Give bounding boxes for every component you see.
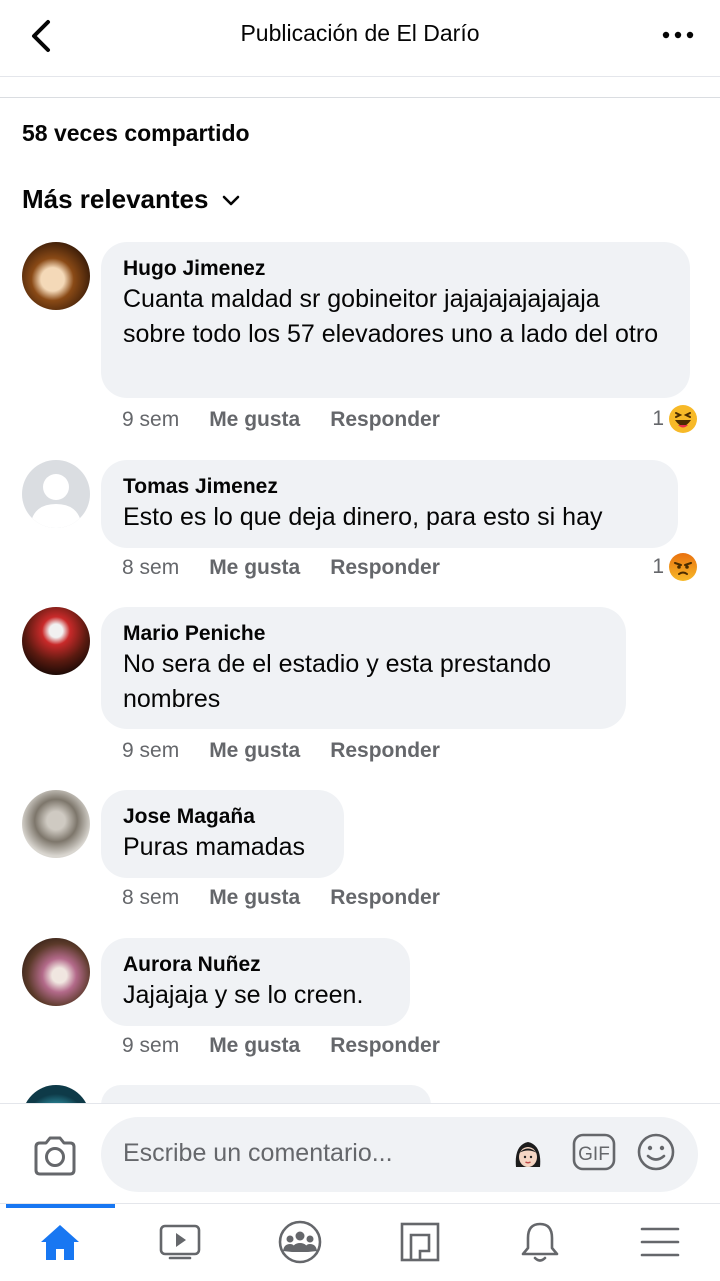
reply-button[interactable]: Responder — [330, 556, 440, 579]
groups-icon[interactable] — [276, 1218, 324, 1266]
reply-button[interactable]: Responder — [330, 739, 440, 762]
comment-bubble[interactable]: Tomas Jimenez Esto es lo que deja dinero… — [101, 460, 678, 548]
pages-icon[interactable] — [396, 1218, 444, 1266]
avatar[interactable] — [22, 242, 90, 310]
comment-meta: 9 sem Me gusta Responder — [122, 739, 470, 763]
sort-label: Más relevantes — [22, 184, 209, 214]
reply-button[interactable]: Responder — [330, 886, 440, 909]
gif-icon[interactable]: GIF — [572, 1133, 616, 1176]
comment-author[interactable]: Mario Peniche — [123, 621, 604, 647]
comment-author[interactable]: Jose Magaña — [123, 804, 322, 830]
comment-text: Jajajaja y se lo creen. — [123, 981, 364, 1009]
comment-text: Esto es lo que deja dinero, para esto si… — [123, 503, 603, 531]
active-tab-indicator — [6, 1204, 115, 1208]
home-icon[interactable] — [36, 1218, 84, 1266]
avatar[interactable] — [22, 460, 90, 528]
comment-sort-dropdown[interactable]: Más relevantes — [22, 184, 240, 215]
top-bar: Publicación de El Darío — [0, 0, 720, 77]
comment-text: Cuanta maldad sr gobineitor jajajajajaja… — [123, 285, 659, 348]
watch-icon[interactable] — [156, 1218, 204, 1266]
comment-bubble[interactable]: Jose Magaña Puras mamadas — [101, 790, 344, 878]
comment-author[interactable]: Aurora Nuñez — [123, 952, 388, 978]
comment-text: No sera de el estadio y esta prestando n… — [123, 650, 552, 713]
reaction-count: 1 — [652, 555, 664, 578]
like-button[interactable]: Me gusta — [209, 886, 300, 909]
gif-label: GIF — [578, 1144, 610, 1165]
emoji-icon[interactable] — [636, 1132, 676, 1177]
camera-icon[interactable] — [32, 1135, 78, 1182]
avatar[interactable] — [22, 790, 90, 858]
avatar[interactable] — [22, 938, 90, 1006]
avatar[interactable] — [22, 607, 90, 675]
avatar-sticker-icon[interactable] — [511, 1137, 545, 1178]
comment-meta: 8 sem Me gusta Responder — [122, 886, 470, 910]
comment-bubble[interactable]: Mario Peniche No sera de el estadio y es… — [101, 607, 626, 729]
comment-time[interactable]: 8 sem — [122, 556, 179, 579]
comment-author[interactable]: Tomas Jimenez — [123, 474, 656, 500]
reaction-summary[interactable]: 1 — [652, 552, 698, 582]
page-title: Publicación de El Darío — [240, 20, 480, 46]
comment-meta: 9 sem Me gusta Responder — [122, 1034, 470, 1058]
angry-reaction-icon — [669, 553, 697, 581]
comment-meta: 8 sem Me gusta Responder — [122, 556, 470, 580]
share-count[interactable]: 58 veces compartido — [22, 120, 250, 147]
more-options-icon[interactable] — [660, 20, 696, 50]
comment-time[interactable]: 9 sem — [122, 739, 179, 762]
comment-bubble[interactable]: Hugo Jimenez Cuanta maldad sr gobineitor… — [101, 242, 690, 398]
comment-meta: 9 sem Me gusta Responder — [122, 408, 470, 432]
reply-button[interactable]: Responder — [330, 1034, 440, 1057]
menu-icon[interactable] — [636, 1218, 684, 1266]
like-button[interactable]: Me gusta — [209, 739, 300, 762]
comment-placeholder: Escribe un comentario... — [123, 1139, 393, 1167]
comment-author[interactable]: Hugo Jimenez — [123, 256, 668, 282]
comment-time[interactable]: 9 sem — [122, 1034, 179, 1057]
comment-input[interactable]: Escribe un comentario... GIF — [101, 1117, 698, 1192]
comment-time[interactable]: 9 sem — [122, 408, 179, 431]
chevron-down-icon — [223, 195, 240, 206]
comment-time[interactable]: 8 sem — [122, 886, 179, 909]
reply-button[interactable]: Responder — [330, 408, 440, 431]
reaction-count: 1 — [652, 407, 664, 430]
haha-reaction-icon — [669, 405, 697, 433]
reaction-strip — [0, 77, 720, 98]
notifications-icon[interactable] — [516, 1218, 564, 1266]
reaction-summary[interactable]: 1 — [652, 404, 698, 434]
comment-bubble[interactable]: Aurora Nuñez Jajajaja y se lo creen. — [101, 938, 410, 1026]
comment-text: Puras mamadas — [123, 833, 306, 861]
like-button[interactable]: Me gusta — [209, 1034, 300, 1057]
bottom-nav — [0, 1203, 720, 1281]
like-button[interactable]: Me gusta — [209, 408, 300, 431]
like-button[interactable]: Me gusta — [209, 556, 300, 579]
